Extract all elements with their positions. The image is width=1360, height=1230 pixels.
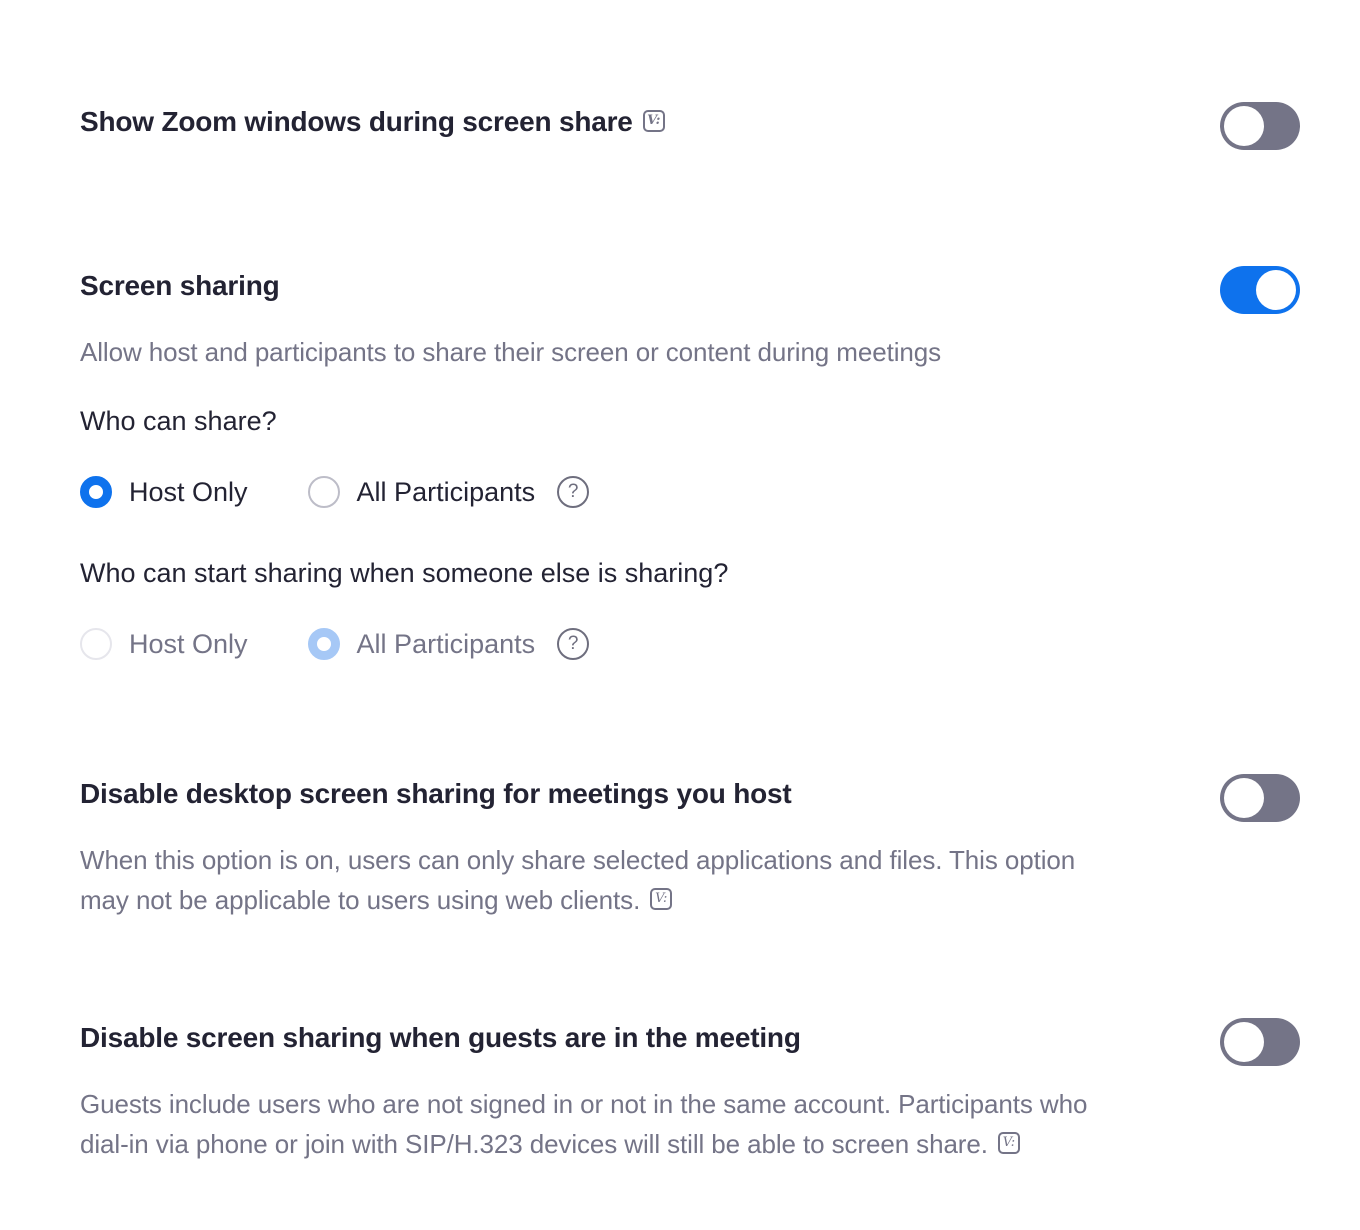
help-question-icon[interactable]: ? (557, 628, 590, 660)
screen-sharing-title: Screen sharing (80, 270, 280, 301)
version-badge-icon: V: (650, 888, 673, 911)
radio-button-checked[interactable] (80, 476, 112, 508)
version-badge-icon: V: (642, 109, 665, 132)
description-line: dial-in via phone or join with SIP/H.323… (80, 1129, 988, 1159)
screen-share-settings-page: Show Zoom windows during screen share V: … (0, 0, 1360, 1230)
radio-label-host-only: Host Only (129, 476, 248, 507)
show-zoom-windows-title: Show Zoom windows during screen share V: (80, 106, 665, 138)
radio-label-host-only: Host Only (129, 628, 248, 659)
radio-label-all-participants: All Participants (356, 476, 536, 507)
description-line-with-badge: dial-in via phone or join with SIP/H.323… (80, 1124, 1180, 1164)
who-can-start-host-only-option[interactable]: Host Only (80, 628, 248, 660)
disable-guest-sharing-toggle[interactable] (1220, 1018, 1300, 1066)
screen-sharing-description: Allow host and participants to share the… (80, 337, 941, 367)
radio-button-unchecked-disabled[interactable] (80, 628, 112, 660)
who-can-share-all-participants-option[interactable]: All Participants (307, 476, 536, 508)
toggle-knob (1256, 270, 1296, 310)
description-line: Guests include users who are not signed … (80, 1089, 1088, 1119)
screen-sharing-toggle[interactable] (1220, 266, 1300, 314)
who-can-share-label: Who can share? (80, 406, 277, 436)
description-line-with-badge: may not be applicable to users using web… (80, 880, 1180, 920)
radio-button-unchecked[interactable] (307, 476, 340, 508)
who-can-start-sharing-label: Who can start sharing when someone else … (80, 558, 729, 588)
who-can-share-radio-group: Host Only All Participants ? (80, 472, 590, 512)
who-can-start-all-participants-option[interactable]: All Participants (307, 628, 536, 660)
version-badge-icon: V: (997, 1132, 1020, 1155)
toggle-knob (1224, 778, 1264, 818)
radio-label-all-participants: All Participants (356, 628, 536, 659)
disable-guest-sharing-title: Disable screen sharing when guests are i… (80, 1022, 801, 1053)
disable-desktop-sharing-description: When this option is on, users can only s… (80, 840, 1180, 920)
description-line: When this option is on, users can only s… (80, 845, 1076, 875)
disable-guest-sharing-description: Guests include users who are not signed … (80, 1084, 1180, 1164)
description-line: may not be applicable to users using web… (80, 885, 641, 915)
help-question-icon[interactable]: ? (557, 476, 590, 508)
who-can-share-host-only-option[interactable]: Host Only (80, 476, 248, 508)
radio-button-checked-disabled[interactable] (307, 628, 340, 660)
disable-desktop-sharing-title: Disable desktop screen sharing for meeti… (80, 778, 792, 809)
who-can-start-sharing-radio-group: Host Only All Participants ? (80, 624, 590, 664)
show-zoom-windows-title-text: Show Zoom windows during screen share (80, 106, 633, 137)
toggle-knob (1224, 1022, 1264, 1062)
toggle-knob (1224, 106, 1264, 146)
disable-desktop-sharing-toggle[interactable] (1220, 774, 1300, 822)
show-zoom-windows-toggle[interactable] (1220, 102, 1300, 150)
